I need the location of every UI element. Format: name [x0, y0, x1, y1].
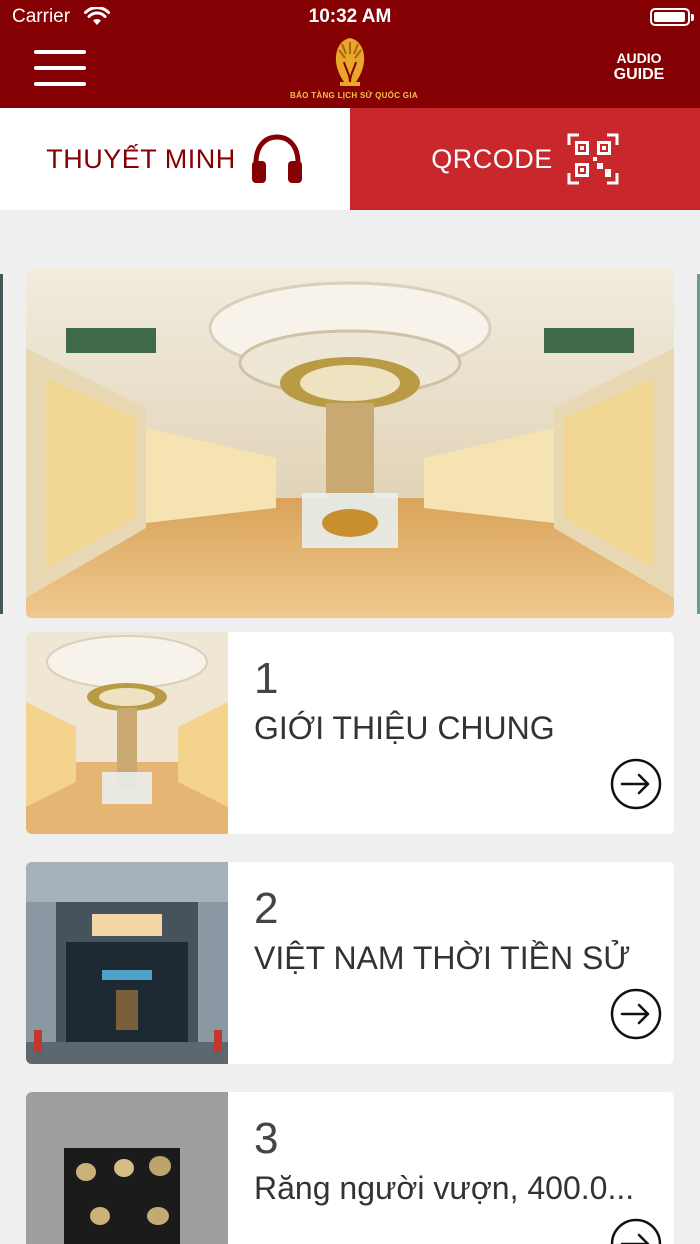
list-item[interactable]: 1 GIỚI THIỆU CHUNG: [26, 632, 674, 834]
status-bar: Carrier 10:32 AM: [0, 0, 700, 36]
museum-hall-photo: [26, 268, 674, 618]
warrior-helmet-icon: [335, 38, 365, 86]
battery-icon: [650, 8, 694, 26]
headphones-icon: [251, 134, 302, 183]
arrow-right-circle-icon[interactable]: [610, 988, 662, 1040]
previous-slide-edge: [0, 274, 3, 614]
gallery-thumbnail: [26, 632, 228, 834]
item-number: 2: [254, 884, 279, 933]
gallery-entrance-thumbnail: [26, 862, 228, 1064]
item-number: 3: [254, 1114, 279, 1163]
tab-narration[interactable]: THUYẾT MINH: [0, 108, 350, 210]
tab-qrcode-label: QRCODE: [431, 143, 553, 174]
audio-guide-top-label: AUDIO: [616, 50, 662, 66]
item-title: GIỚI THIỆU CHUNG: [254, 710, 555, 746]
menu-button[interactable]: [34, 50, 86, 90]
logo-text: BẢO TÀNG LỊCH SỬ QUỐC GIA: [290, 91, 418, 100]
item-title: VIỆT NAM THỜI TIỀN SỬ: [254, 940, 631, 976]
audio-guide-button[interactable]: AUDIO GUIDE: [612, 50, 666, 84]
list-item[interactable]: 2 VIỆT NAM THỜI TIỀN SỬ: [26, 862, 674, 1064]
tab-bar: THUYẾT MINH QRCODE: [0, 108, 700, 210]
audio-guide-bottom-label: GUIDE: [613, 66, 665, 83]
hero-image-museum-hall[interactable]: [26, 268, 674, 618]
clock: 10:32 AM: [308, 6, 392, 27]
featured-carousel[interactable]: [0, 268, 700, 618]
arrow-right-circle-icon[interactable]: [610, 758, 662, 810]
item-title: Răng người vượn, 400.0...: [254, 1170, 635, 1206]
arrow-right-circle-icon[interactable]: [610, 1218, 662, 1244]
qr-code-icon: [567, 133, 619, 185]
tab-qrcode[interactable]: QRCODE: [350, 108, 700, 210]
fossil-teeth-thumbnail: [26, 1092, 228, 1244]
item-number: 1: [254, 654, 279, 703]
app-header: BẢO TÀNG LỊCH SỬ QUỐC GIA AUDIO GUIDE: [0, 36, 700, 108]
museum-logo: BẢO TÀNG LỊCH SỬ QUỐC GIA: [290, 36, 418, 108]
tab-narration-label: THUYẾT MINH: [46, 143, 236, 174]
list-item[interactable]: 3 Răng người vượn, 400.0...: [26, 1092, 674, 1244]
